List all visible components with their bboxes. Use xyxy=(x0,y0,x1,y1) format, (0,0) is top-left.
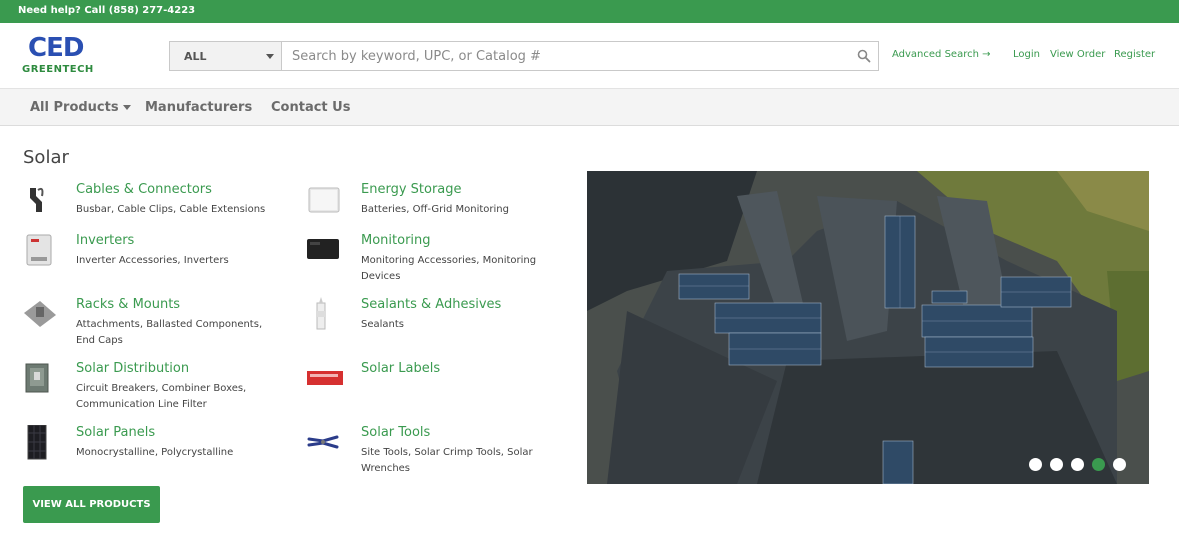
category-name[interactable]: Racks & Mounts xyxy=(76,297,180,312)
category-subtext: Attachments, Ballasted Components, End C… xyxy=(76,319,263,346)
carousel-dot-5[interactable] xyxy=(1113,458,1126,471)
logo-greentech-text: GREENTECH xyxy=(22,64,94,75)
carousel-dot-2[interactable] xyxy=(1050,458,1063,471)
register-link[interactable]: Register xyxy=(1114,49,1155,60)
login-link[interactable]: Login xyxy=(1013,49,1040,60)
chevron-down-icon xyxy=(122,105,131,110)
category-subtext: Site Tools, Solar Crimp Tools, Solar Wre… xyxy=(361,447,533,474)
category-subtext: Monocrystalline, Polycrystalline xyxy=(76,447,234,458)
cable-connector-icon xyxy=(30,187,44,212)
distribution-box-icon xyxy=(25,363,49,393)
battery-icon xyxy=(308,187,340,213)
label-icon xyxy=(307,371,343,385)
category-subtext: Batteries, Off-Grid Monitoring xyxy=(361,204,509,215)
sealant-tube-icon xyxy=(316,297,326,330)
category-name[interactable]: Solar Panels xyxy=(76,425,155,440)
category-name[interactable]: Inverters xyxy=(76,233,134,248)
view-order-link[interactable]: View Order xyxy=(1050,49,1105,60)
search-input[interactable] xyxy=(281,41,879,71)
category-subtext: Circuit Breakers, Combiner Boxes, Commun… xyxy=(76,383,247,410)
roof-mount-icon xyxy=(24,301,56,327)
category-subtext: Busbar, Cable Clips, Cable Extensions xyxy=(76,204,266,215)
view-all-products-button[interactable]: VIEW ALL PRODUCTS xyxy=(23,486,160,523)
category-name[interactable]: Energy Storage xyxy=(361,182,462,197)
category-name[interactable]: Solar Distribution xyxy=(76,361,189,376)
help-phone-text: Need help? Call (858) 277-4223 xyxy=(18,5,196,16)
search-category-value: ALL xyxy=(184,50,207,63)
aerial-roof-image xyxy=(587,171,1149,484)
logo-ced-text: CED xyxy=(28,33,84,63)
hero-carousel-image xyxy=(587,171,1149,484)
page-title: Solar xyxy=(23,147,69,168)
ced-greentech-logo[interactable]: CED GREENTECH xyxy=(22,33,122,77)
nav-contact-us[interactable]: Contact Us xyxy=(271,100,350,115)
search-category-select[interactable]: ALL xyxy=(169,41,282,71)
chevron-down-icon xyxy=(266,54,274,59)
category-name[interactable]: Sealants & Adhesives xyxy=(361,297,501,312)
carousel-dot-1[interactable] xyxy=(1029,458,1042,471)
nav-all-products-label: All Products xyxy=(30,100,119,115)
nav-manufacturers[interactable]: Manufacturers xyxy=(145,100,252,115)
nav-all-products[interactable]: All Products xyxy=(30,100,131,115)
top-help-bar: Need help? Call (858) 277-4223 xyxy=(0,0,1179,23)
monitoring-device-icon xyxy=(307,239,339,259)
carousel-dot-4[interactable] xyxy=(1092,458,1105,471)
category-name[interactable]: Solar Tools xyxy=(361,425,430,440)
search-icon[interactable] xyxy=(857,49,871,63)
category-subtext: Monitoring Accessories, Monitoring Devic… xyxy=(361,255,537,282)
solar-panel-icon xyxy=(27,425,47,460)
advanced-search-link[interactable]: Advanced Search → xyxy=(892,49,991,60)
category-subtext: Sealants xyxy=(361,319,405,330)
category-name[interactable]: Cables & Connectors xyxy=(76,182,212,197)
category-name[interactable]: Solar Labels xyxy=(361,361,440,376)
category-subtext: Inverter Accessories, Inverters xyxy=(76,255,229,266)
inverter-icon xyxy=(26,234,52,266)
main-nav: All Products Manufacturers Contact Us xyxy=(0,88,1179,126)
crimp-tool-icon xyxy=(307,435,339,449)
carousel-dot-3[interactable] xyxy=(1071,458,1084,471)
category-name[interactable]: Monitoring xyxy=(361,233,431,248)
